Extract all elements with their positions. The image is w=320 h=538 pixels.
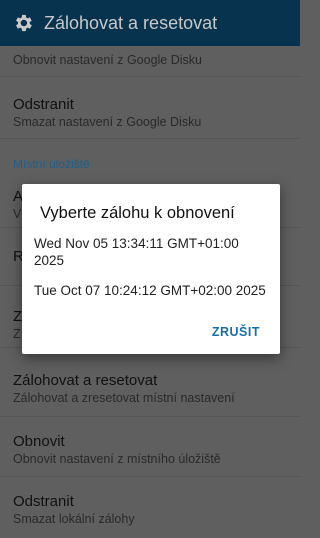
backup-option[interactable]: Tue Oct 07 10:24:12 GMT+02:00 2025 [34, 282, 270, 299]
page-title: Zálohovat a resetovat [44, 12, 218, 33]
list-item-delete[interactable]: Odstranit Smazat lokální zálohy [0, 477, 300, 537]
divider [0, 138, 300, 139]
cancel-button[interactable]: ZRUŠIT [212, 325, 260, 339]
list-item-backup-reset[interactable]: Zálohovat a resetovat Zálohovat a zreset… [0, 348, 300, 406]
restore-backup-dialog: Vyberte zálohu k obnovení Wed Nov 05 13:… [22, 184, 280, 354]
list-item-restore[interactable]: Obnovit Obnovit nastavení z místního úlo… [0, 417, 300, 475]
list-item-subtitle: Smazat nastavení z Google Disku [13, 115, 202, 129]
gear-icon[interactable] [12, 12, 34, 34]
list-item-subtitle: Zálohovat a zresetovat místní nastavení [13, 391, 235, 405]
list-item-title: Z [13, 308, 23, 325]
section-header-local: Místní úložiště [13, 157, 90, 171]
dialog-title: Vyberte zálohu k obnovení [40, 204, 235, 222]
list-item-title: Zálohovat a resetovat [13, 372, 158, 389]
list-item-google-delete[interactable]: Odstranit Smazat nastavení z Google Disk… [0, 77, 300, 135]
list-item-title: Obnovit [13, 433, 65, 450]
app-bar: Zálohovat a resetovat [0, 0, 300, 46]
list-item-google-restore[interactable]: Obnovit nastavení z Google Disku [0, 46, 300, 74]
list-item-subtitle: V [13, 207, 22, 221]
list-item-subtitle: Obnovit nastavení z Google Disku [13, 53, 202, 67]
list-item-subtitle: Obnovit nastavení z místního úložiště [13, 452, 221, 466]
list-item-subtitle: Smazat lokální zálohy [13, 512, 135, 526]
list-item-title: Odstranit [13, 493, 74, 510]
list-item-subtitle: Z [13, 327, 21, 341]
backup-option[interactable]: Wed Nov 05 13:34:11 GMT+01:00 2025 [34, 235, 270, 269]
list-item-title: Odstranit [13, 96, 74, 113]
